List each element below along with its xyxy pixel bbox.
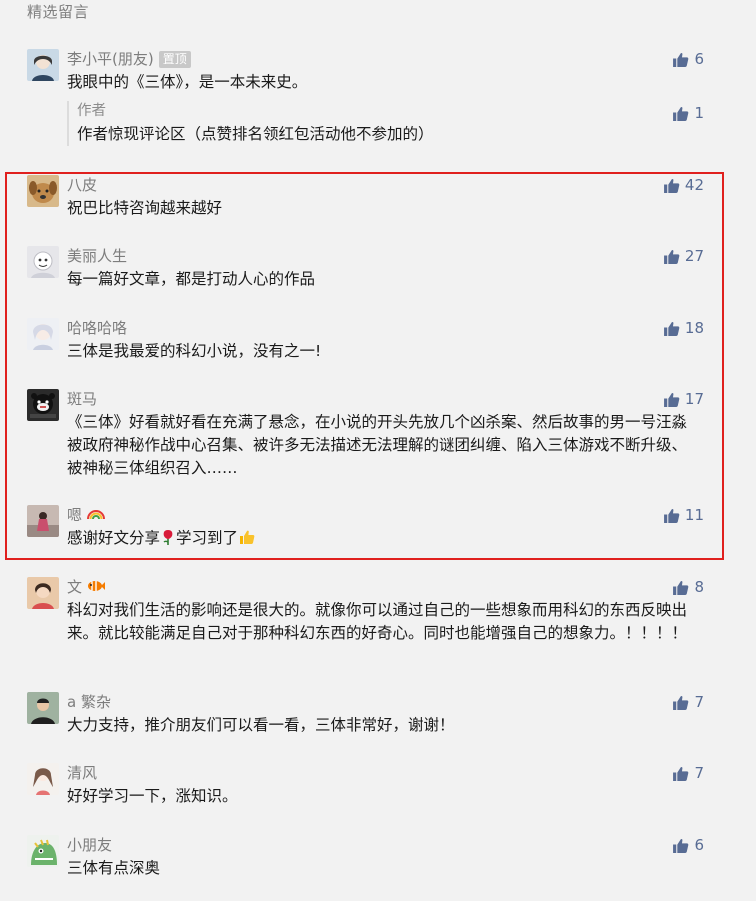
like-button[interactable]: 6 [672,835,704,855]
reply-text: 作者惊现评论区（点赞排名领红包活动他不参加的） [77,125,434,143]
thumbs-up-icon [663,320,680,337]
author-name: 文 [67,578,83,596]
author-name[interactable]: 小朋友 [67,835,112,855]
like-count: 7 [694,764,704,782]
like-count: 42 [684,176,704,194]
thumbs-up-icon [672,579,689,596]
avatar[interactable] [27,763,59,795]
thumbs-up-icon [663,391,680,408]
like-count: 17 [684,390,704,408]
fish-emoji-icon [87,581,105,591]
avatar[interactable] [27,835,59,867]
section-title: 精选留言 [27,3,90,21]
like-count: 8 [694,578,704,596]
thumbs-up-icon [672,694,689,711]
like-count: 6 [694,50,704,68]
thumbs-up-emoji-icon [240,530,255,544]
thumbs-up-icon [672,105,689,122]
comment-text-part: 学习到了 [176,529,239,547]
avatar[interactable] [27,389,59,421]
thumbs-up-icon [672,837,689,854]
like-count: 1 [694,104,704,122]
rose-emoji-icon [163,530,173,545]
comment-text: 三体有点深奥 [67,859,161,877]
author-name[interactable]: a 繁杂 [67,692,111,712]
author-reply: 作者 作者惊现评论区（点赞排名领红包活动他不参加的） [67,101,701,146]
like-button[interactable]: 6 [672,49,704,69]
author-name[interactable]: 美丽人生 [67,246,127,266]
author-name[interactable]: 八皮 [67,175,97,195]
like-button[interactable]: 18 [663,318,704,338]
highlight-frame [5,172,724,560]
thumbs-up-icon [663,177,680,194]
reply-author: 作者 [77,103,106,119]
author-name: 嗯 [67,506,83,524]
thumbs-up-icon [672,51,689,68]
comment-text: 大力支持，推介朋友们可以看一看，三体非常好，谢谢！ [67,716,455,734]
like-button[interactable]: 8 [672,577,704,597]
like-count: 27 [684,247,704,265]
comment-text-part: 感谢好文分享 [67,529,161,547]
avatar[interactable] [27,318,59,350]
author-name[interactable]: 清风 [67,763,97,783]
avatar[interactable] [27,577,59,609]
like-count: 11 [684,506,704,524]
comment-text: 每一篇好文章，都是打动人心的作品 [67,270,316,288]
like-button[interactable]: 17 [663,389,704,409]
reply-like-button[interactable]: 1 [672,103,704,123]
thumbs-up-icon [663,507,680,524]
author-name[interactable]: 哈咯哈咯 [67,318,127,338]
comment-author[interactable]: 李小平(朋友) 置顶 [67,49,191,69]
thumbs-up-icon [663,248,680,265]
author-name: 李小平(朋友) [67,50,154,68]
like-button[interactable]: 7 [672,692,704,712]
avatar[interactable] [27,175,59,207]
avatar[interactable] [27,505,59,537]
comment-item: 李小平(朋友) 置顶 6 我眼中的《三体》，是一本未来史。 作者 作者惊现评论区（… [27,49,704,149]
like-button[interactable]: 11 [663,505,704,525]
pinned-badge: 置顶 [158,51,191,68]
avatar[interactable] [27,49,59,81]
author-name[interactable]: 斑马 [67,389,97,409]
comment-text: 感谢好文分享 学习到了 [67,527,699,550]
comment-author[interactable]: 嗯 [67,505,105,525]
thumbs-up-icon [672,765,689,782]
like-count: 7 [694,693,704,711]
comment-text: 三体是我最爱的科幻小说，没有之一! [67,342,322,360]
comment-text: 好好学习一下，涨知识。 [67,787,238,805]
comment-author[interactable]: 文 [67,577,105,597]
like-button[interactable]: 27 [663,246,704,266]
comment-text: 我眼中的《三体》，是一本未来史。 [67,73,308,91]
like-button[interactable]: 42 [663,175,704,195]
comment-text: 《三体》好看就好看在充满了悬念，在小说的开头先放几个凶杀案、然后故事的男一号汪淼… [67,413,688,477]
avatar[interactable] [27,692,59,724]
like-count: 6 [694,836,704,854]
like-count: 18 [684,319,704,337]
like-button[interactable]: 7 [672,763,704,783]
avatar[interactable] [27,246,59,278]
comment-text: 科幻对我们生活的影响还是很大的。就像你可以通过自己的一些想象而用科幻的东西反映出… [67,601,688,642]
rainbow-emoji-icon [86,510,105,520]
comment-text: 祝巴比特咨询越来越好 [67,199,223,217]
